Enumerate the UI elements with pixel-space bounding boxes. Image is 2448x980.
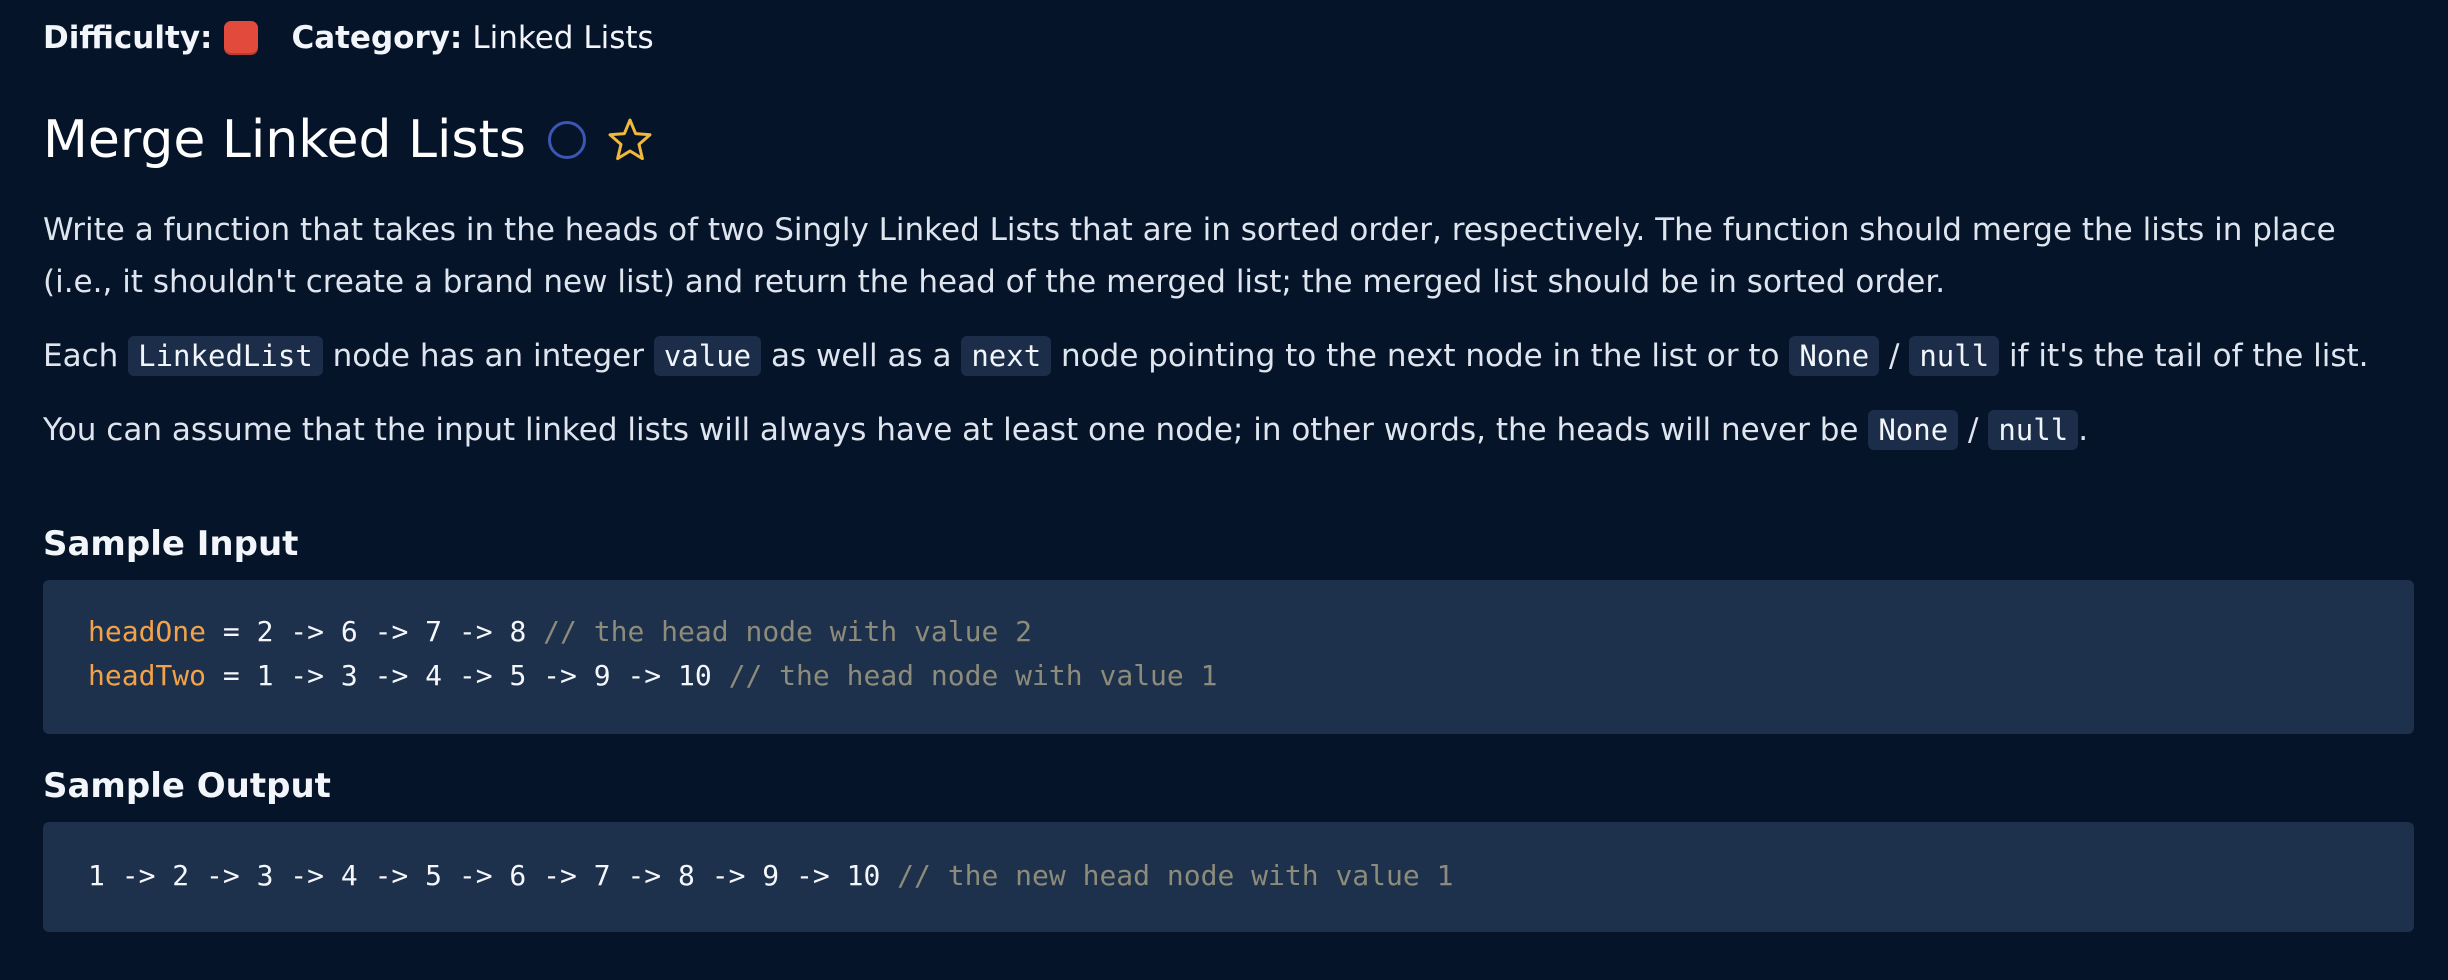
- circle-icon[interactable]: [548, 121, 587, 159]
- text-span: Each: [43, 338, 129, 374]
- description-paragraph-1: Write a function that takes in the heads…: [43, 212, 2336, 300]
- code-expression: = 1 -> 3 -> 4 -> 5 -> 9 -> 10: [206, 659, 729, 692]
- category-label: Category:: [291, 20, 463, 56]
- title-row: Merge Linked Lists: [43, 105, 654, 175]
- code-comment: // the head node with value 1: [728, 659, 1218, 692]
- problem-page: Difficulty: Category: Linked Lists Merge…: [0, 0, 2448, 980]
- code-comment: // the new head node with value 1: [897, 859, 1454, 892]
- difficulty-indicator: [224, 21, 259, 55]
- sample-output-code-block: 1 -> 2 -> 3 -> 4 -> 5 -> 6 -> 7 -> 8 -> …: [43, 822, 2414, 932]
- inline-code: None: [1789, 336, 1880, 376]
- text-span: node has an integer: [322, 338, 654, 374]
- code-variable: headTwo: [88, 659, 207, 692]
- page-title: Merge Linked Lists: [43, 110, 527, 170]
- inline-code: None: [1868, 410, 1959, 450]
- sample-output-heading: Sample Output: [43, 766, 331, 806]
- text-span: You can assume that the input linked lis…: [43, 412, 1869, 448]
- text-span: .: [2078, 412, 2089, 448]
- code-variable: headOne: [88, 615, 207, 648]
- sample-input-code-block: headOne = 2 -> 6 -> 7 -> 8 // the head n…: [43, 580, 2414, 734]
- code-line: 1 -> 2 -> 3 -> 4 -> 5 -> 6 -> 7 -> 8 -> …: [88, 854, 2369, 898]
- category-value: Linked Lists: [472, 20, 654, 56]
- difficulty-label: Difficulty:: [43, 20, 213, 56]
- sample-input-heading: Sample Input: [43, 524, 299, 564]
- code-expression: 1 -> 2 -> 3 -> 4 -> 5 -> 6 -> 7 -> 8 -> …: [88, 859, 898, 892]
- code-comment: // the head node with value 2: [543, 615, 1033, 648]
- inline-code: null: [1988, 410, 2079, 450]
- code-line: headTwo = 1 -> 3 -> 4 -> 5 -> 9 -> 10 //…: [88, 654, 2369, 698]
- text-span: if it's the tail of the list.: [1999, 338, 2369, 374]
- text-span: as well as a: [761, 338, 962, 374]
- inline-code: next: [961, 336, 1052, 376]
- meta-row: Difficulty: Category: Linked Lists: [43, 16, 654, 60]
- text-span: /: [1958, 412, 1989, 448]
- code-expression: = 2 -> 6 -> 7 -> 8: [206, 615, 544, 648]
- text-span: node pointing to the next node in the li…: [1051, 338, 1790, 374]
- inline-code: LinkedList: [128, 336, 323, 376]
- inline-code: null: [1909, 336, 2000, 376]
- inline-code: value: [653, 336, 762, 376]
- code-line: headOne = 2 -> 6 -> 7 -> 8 // the head n…: [88, 610, 2369, 654]
- description-paragraph-3: You can assume that the input linked lis…: [43, 404, 2393, 456]
- description-paragraph-2: Each LinkedList node has an integer valu…: [43, 330, 2393, 382]
- star-icon[interactable]: [606, 116, 654, 164]
- text-span: /: [1879, 338, 1910, 374]
